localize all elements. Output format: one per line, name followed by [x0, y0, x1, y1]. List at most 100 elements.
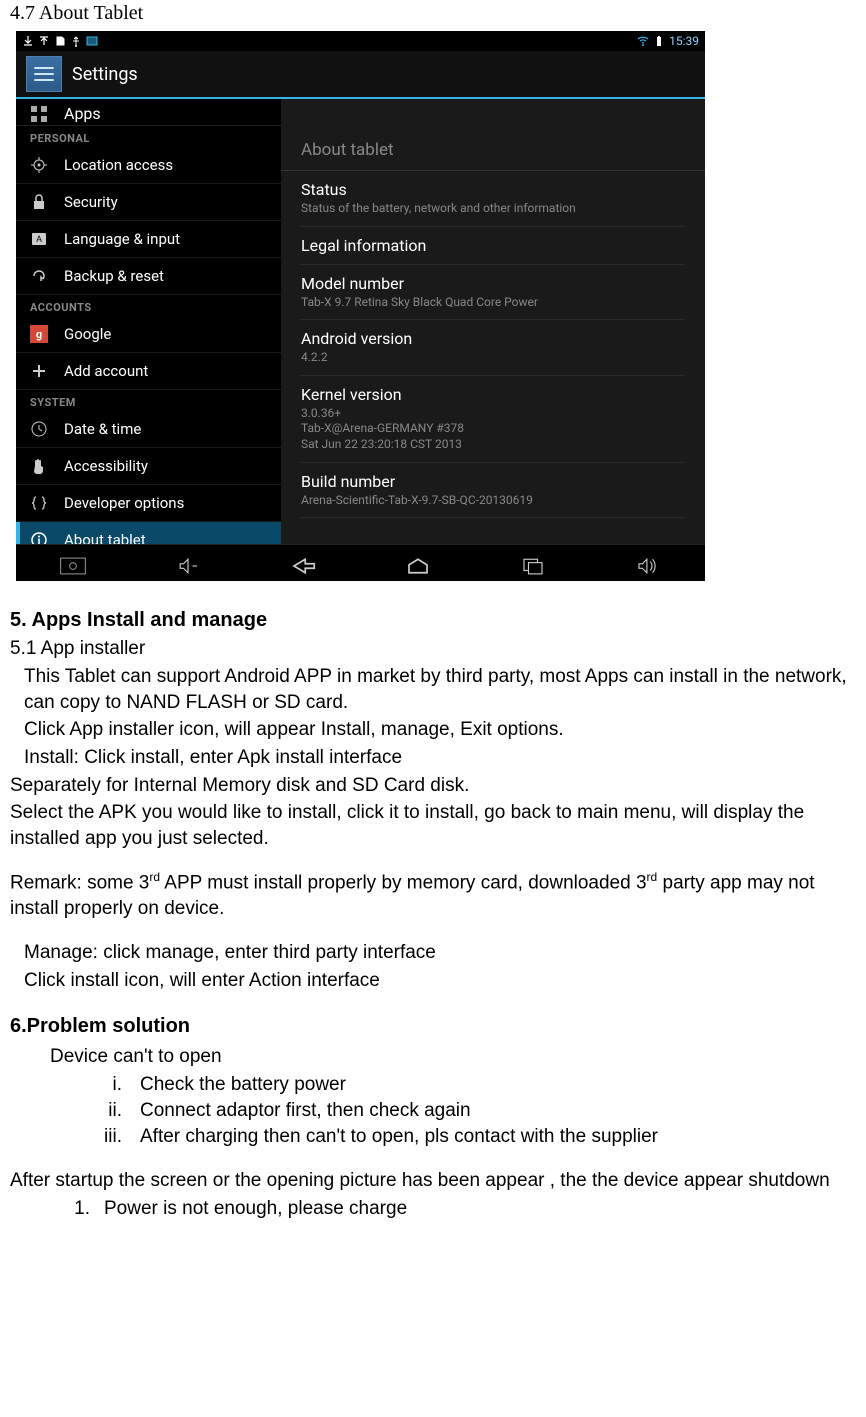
sidebar-item-label: Accessibility — [64, 457, 148, 475]
numbered-list: 1. Power is not enough, please charge — [60, 1198, 856, 1220]
volume-up-button[interactable] — [628, 554, 668, 578]
section-header-personal: PERSONAL — [16, 126, 281, 147]
hand-icon — [30, 457, 48, 475]
content-title: About tablet — [281, 126, 705, 171]
language-icon: A — [30, 230, 48, 248]
home-button[interactable] — [398, 554, 438, 578]
row-title: Status — [301, 180, 685, 199]
sidebar-item-label: Security — [64, 193, 118, 211]
sidebar-item-about[interactable]: About tablet — [16, 522, 281, 544]
row-title: Android version — [301, 329, 685, 348]
svg-text:A: A — [36, 235, 42, 245]
paragraph: Manage: click manage, enter third party … — [10, 940, 856, 966]
sidebar-item-label: Location access — [64, 156, 173, 174]
location-icon — [30, 156, 48, 174]
row-kernel[interactable]: Kernel version 3.0.36+ Tab-X@Arena-GERMA… — [301, 376, 685, 463]
volume-down-button[interactable] — [168, 554, 208, 578]
list-marker: ii. — [72, 1100, 140, 1122]
sidebar-item-label: Developer options — [64, 494, 184, 512]
settings-sidebar: PERSONAL Location access Security A Lang… — [16, 126, 281, 544]
row-status[interactable]: Status Status of the battery, network an… — [301, 171, 685, 227]
apps-icon — [30, 105, 48, 123]
paragraph: Click App installer icon, will appear In… — [10, 717, 856, 743]
screenshot-button[interactable] — [53, 554, 93, 578]
lock-icon — [30, 193, 48, 211]
spacer — [10, 995, 856, 1009]
sidebar-item-label: About tablet — [64, 531, 146, 544]
row-model[interactable]: Model number Tab-X 9.7 Retina Sky Black … — [301, 265, 685, 321]
sidebar-item-location[interactable]: Location access — [16, 147, 281, 184]
list-item: iii. After charging then can't to open, … — [72, 1126, 856, 1148]
sidebar-item-apps[interactable]: Apps — [16, 99, 281, 126]
recent-apps-button[interactable] — [513, 554, 553, 578]
plus-icon — [30, 362, 48, 380]
spacer — [10, 1152, 856, 1166]
paragraph: Select the APK you would like to install… — [10, 800, 856, 851]
svg-text:g: g — [36, 328, 42, 341]
row-android[interactable]: Android version 4.2.2 — [301, 320, 685, 376]
sidebar-item-label: Backup & reset — [64, 267, 164, 285]
usb-icon — [70, 35, 82, 47]
upload-icon — [38, 35, 50, 47]
row-legal[interactable]: Legal information — [301, 227, 685, 265]
tablet-screenshot: 15:39 Settings Apps PERSONAL — [16, 31, 705, 581]
clock-icon — [30, 420, 48, 438]
system-nav-bar — [16, 544, 705, 581]
info-icon — [30, 531, 48, 544]
roman-list: i. Check the battery power ii. Connect a… — [72, 1074, 856, 1148]
paragraph: This Tablet can support Android APP in m… — [10, 664, 856, 715]
sidebar-item-backup[interactable]: Backup & reset — [16, 258, 281, 295]
row-title: Model number — [301, 274, 685, 293]
row-subtitle: 3.0.36+ Tab-X@Arena-GERMANY #378 Sat Jun… — [301, 406, 685, 453]
sidebar-item-language[interactable]: A Language & input — [16, 221, 281, 258]
row-build[interactable]: Build number Arena-Scientific-Tab-X-9.7-… — [301, 463, 685, 519]
row-title: Kernel version — [301, 385, 685, 404]
section-title: 4.7 About Tablet — [10, 2, 856, 25]
app-bar: Settings — [16, 51, 705, 99]
paragraph: Click install icon, will enter Action in… — [10, 968, 856, 994]
status-bar: 15:39 — [16, 31, 705, 51]
list-text: After charging then can't to open, pls c… — [140, 1126, 856, 1148]
sidebar-item-google[interactable]: g Google — [16, 316, 281, 353]
list-text: Connect adaptor first, then check again — [140, 1100, 856, 1122]
sidebar-item-datetime[interactable]: Date & time — [16, 411, 281, 448]
paragraph: Separately for Internal Memory disk and … — [10, 773, 856, 799]
section-header-accounts: ACCOUNTS — [16, 295, 281, 316]
sidebar-item-label: Add account — [64, 362, 148, 380]
sidebar-item-add-account[interactable]: Add account — [16, 353, 281, 390]
image-icon — [86, 35, 98, 47]
status-right-icons: 15:39 — [637, 34, 699, 48]
row-subtitle: 4.2.2 — [301, 350, 685, 366]
sidebar-item-accessibility[interactable]: Accessibility — [16, 448, 281, 485]
subheading-5-1: 5.1 App installer — [10, 638, 856, 660]
download-icon — [22, 35, 34, 47]
heading-6: 6.Problem solution — [10, 1015, 856, 1038]
settings-app-icon — [26, 56, 62, 92]
sidebar-item-label: Google — [64, 325, 111, 343]
paragraph: Install: Click install, enter Apk instal… — [10, 745, 856, 771]
sidebar-item-developer[interactable]: Developer options — [16, 485, 281, 522]
sd-card-icon — [54, 35, 66, 47]
battery-icon — [653, 35, 665, 47]
backup-icon — [30, 267, 48, 285]
list-text: Check the battery power — [140, 1074, 856, 1096]
braces-icon — [30, 494, 48, 512]
row-subtitle: Tab-X 9.7 Retina Sky Black Quad Core Pow… — [301, 295, 685, 311]
google-icon: g — [30, 325, 48, 343]
row-subtitle: Status of the battery, network and other… — [301, 201, 685, 217]
status-left-icons — [22, 35, 98, 47]
list-marker: i. — [72, 1074, 140, 1096]
content-panel: About tablet Status Status of the batter… — [281, 126, 705, 544]
row-subtitle: Arena-Scientific-Tab-X-9.7-SB-QC-2013061… — [301, 493, 685, 509]
paragraph: After startup the screen or the opening … — [10, 1168, 856, 1194]
back-button[interactable] — [283, 554, 323, 578]
sidebar-item-label: Date & time — [64, 420, 141, 438]
list-item: i. Check the battery power — [72, 1074, 856, 1096]
app-bar-title: Settings — [72, 64, 138, 85]
spacer — [10, 853, 856, 867]
section-header-system: SYSTEM — [16, 390, 281, 411]
row-title: Legal information — [301, 236, 685, 255]
sidebar-item-security[interactable]: Security — [16, 184, 281, 221]
paragraph: Device can't to open — [10, 1044, 856, 1070]
clock: 15:39 — [669, 34, 699, 48]
